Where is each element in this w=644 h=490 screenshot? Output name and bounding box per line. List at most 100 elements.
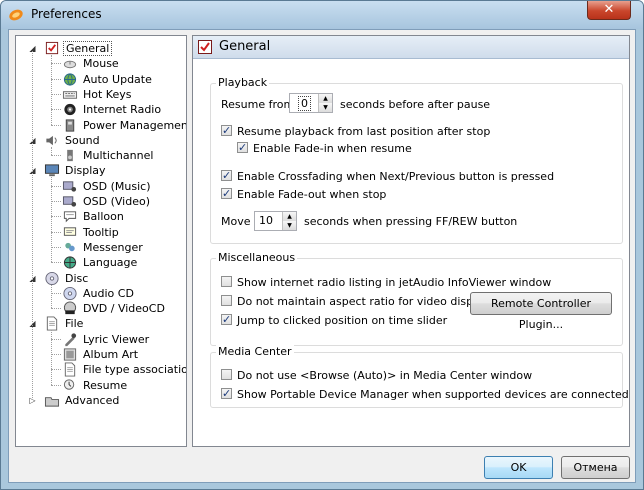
tree-item-label: Power Management	[83, 118, 187, 132]
checkbox-label: Show internet radio listing in jetAudio …	[237, 276, 552, 289]
tree-connector	[51, 146, 52, 156]
panel-header: General	[193, 36, 629, 59]
tree-connector	[51, 354, 61, 355]
close-button[interactable]: ✕	[587, 1, 631, 20]
move-spinner[interactable]: 10 ▲ ▼	[254, 211, 297, 231]
file-icon	[46, 316, 58, 331]
tree-item-label: Language	[83, 256, 138, 270]
resume-from-spinner[interactable]: 0 ▲ ▼	[289, 93, 333, 113]
tree-connector	[51, 93, 61, 95]
tree-connector	[51, 292, 61, 294]
checkbox-box[interactable]	[221, 276, 232, 287]
checkbox-label: Resume playback from last position after…	[237, 125, 491, 138]
speaker-icon	[46, 135, 57, 145]
tree-connector	[51, 78, 61, 80]
client-area: General ◢ Mouse Auto Update Hot Keys Internet…	[8, 29, 636, 483]
checkbox-label: Do not maintain aspect ratio for video d…	[237, 295, 490, 308]
move-label: Move	[221, 215, 251, 228]
general-icon	[45, 41, 59, 55]
osd-music-icon	[62, 181, 77, 192]
tree-connector	[51, 124, 61, 126]
balloon-icon	[63, 211, 77, 223]
tree-item-label: Sound	[65, 133, 100, 147]
lyric-icon	[65, 333, 77, 346]
resume-icon	[63, 379, 75, 390]
playback-group-title: Playback	[216, 76, 270, 89]
move-value: 10	[259, 214, 273, 227]
checkbox-box[interactable]	[221, 386, 232, 401]
tree-item-label: Lyric Viewer	[83, 332, 150, 346]
checkbox-box[interactable]	[221, 186, 232, 201]
tree-connector	[51, 246, 61, 248]
move-suffix: seconds when pressing FF/REW button	[304, 215, 518, 228]
checkbox-box[interactable]	[221, 123, 232, 138]
album-art-icon	[63, 348, 77, 361]
tree-connector	[32, 51, 33, 398]
ok-button[interactable]: OK	[484, 456, 553, 479]
checkbox-box[interactable]	[221, 168, 232, 183]
tree-item-label: Audio CD	[83, 286, 134, 300]
tree-item-label: Display	[65, 164, 106, 178]
advanced-icon	[44, 397, 60, 407]
checkbox-box[interactable]	[237, 140, 248, 155]
tree-item-label: Tooltip	[83, 225, 119, 239]
checkbox-box[interactable]	[221, 312, 232, 327]
tree-item-label: Album Art	[83, 348, 139, 361]
tree-item-label: Balloon	[83, 210, 124, 224]
tree-item-label: Advanced	[65, 393, 120, 407]
globe-icon	[63, 73, 77, 86]
checkbox-label: Do not use <Browse (Auto)> in Media Cent…	[237, 369, 533, 382]
mouse-icon	[63, 60, 77, 69]
tree-connector	[51, 369, 61, 371]
tree-item-label: Resume	[83, 378, 128, 392]
tree-item-label: Mouse	[83, 57, 119, 71]
disc-icon	[45, 271, 59, 285]
tree-item-label: Hot Keys	[83, 87, 132, 101]
close-icon: ✕	[603, 2, 615, 17]
language-icon	[63, 256, 77, 269]
tree-item-label: OSD (Video)	[83, 195, 151, 208]
tooltip-icon	[63, 226, 77, 236]
tree-item-label: File	[65, 317, 84, 331]
tree-item-label: File type association	[83, 363, 187, 377]
general-icon	[198, 40, 212, 54]
power-icon	[65, 118, 75, 132]
media-center-group-title: Media Center	[216, 345, 294, 358]
tree-connector	[51, 55, 52, 125]
tree-item-label: DVD / VideoCD	[83, 302, 165, 316]
panel-title: General	[219, 39, 271, 54]
category-tree[interactable]: General ◢ Mouse Auto Update Hot Keys Internet…	[15, 35, 187, 447]
remote-controller-plugin-button[interactable]: Remote Controller Plugin...	[470, 292, 612, 331]
tree-connector	[51, 185, 61, 187]
tree-connector	[51, 338, 61, 340]
checkbox-box[interactable]	[221, 295, 232, 306]
tree-connector	[51, 63, 61, 65]
tree-connector	[51, 262, 61, 264]
checkbox-label: Jump to clicked position on time slider	[237, 314, 448, 327]
file-type-icon	[64, 362, 76, 377]
preferences-window: Preferences ✕ General ◢ Mouse Auto Update Ho…	[0, 0, 644, 490]
misc-group-title: Miscellaneous	[216, 251, 298, 264]
spin-down-icon[interactable]: ▼	[282, 221, 296, 230]
tree-item-label: Messenger	[83, 240, 143, 254]
checkbox-box[interactable]	[221, 369, 232, 380]
checkbox-label: Enable Fade-in when resume	[253, 142, 412, 155]
tree-connector	[51, 308, 61, 310]
window-title: Preferences	[31, 7, 102, 21]
checkbox-label: Enable Crossfading when Next/Previous bu…	[237, 170, 555, 183]
spin-up-icon[interactable]: ▲	[318, 94, 332, 103]
title-bar[interactable]: Preferences ✕	[1, 1, 643, 29]
resume-from-value: 0	[298, 96, 311, 111]
spin-down-icon[interactable]: ▼	[318, 103, 332, 112]
tree-connector	[51, 109, 61, 111]
audio-cd-icon	[63, 286, 77, 300]
resume-from-label: Resume from	[221, 98, 295, 111]
resume-suffix: seconds before after pause	[340, 98, 491, 111]
spin-up-icon[interactable]: ▲	[282, 212, 296, 221]
tree-item-label: OSD (Music)	[83, 179, 151, 193]
tree-connector	[51, 330, 52, 385]
cancel-button[interactable]: Отмена	[561, 456, 630, 479]
multichannel-icon	[67, 149, 73, 162]
keyboard-icon	[62, 91, 78, 99]
tree-item-label: Internet Radio	[83, 103, 162, 117]
